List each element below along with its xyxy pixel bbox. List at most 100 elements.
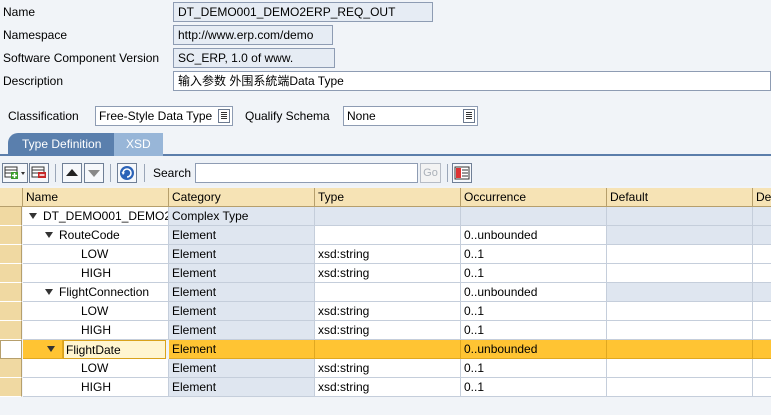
column-header-default[interactable]: Default [607, 188, 753, 207]
row-selector[interactable] [0, 283, 22, 302]
table-row[interactable]: LOW Element xsd:string 0..1 [0, 302, 771, 321]
cell-occurrence[interactable]: 0..1 [461, 264, 607, 283]
dropdown-list-icon[interactable] [218, 109, 230, 123]
cell-default[interactable] [607, 302, 753, 321]
cell-default[interactable] [607, 207, 753, 226]
delete-row-button[interactable] [29, 163, 49, 183]
cell-occurrence[interactable]: 0..unbounded [461, 283, 607, 302]
cell-default[interactable] [607, 340, 753, 359]
cell-default[interactable] [607, 378, 753, 397]
cell-occurrence[interactable]: 0..1 [461, 245, 607, 264]
cell-occurrence[interactable]: 0..1 [461, 321, 607, 340]
go-button[interactable]: Go [420, 163, 441, 183]
cell-details[interactable] [753, 226, 771, 245]
cell-type[interactable] [315, 226, 461, 245]
cell-name[interactable]: HIGH [23, 321, 169, 340]
cell-default[interactable] [607, 245, 753, 264]
cell-name[interactable]: RouteCode [23, 226, 169, 245]
cell-category[interactable]: Complex Type [169, 207, 315, 226]
select-all-cell[interactable] [0, 188, 23, 207]
cell-default[interactable] [607, 226, 753, 245]
cell-occurrence[interactable]: 0..unbounded [461, 226, 607, 245]
table-row[interactable]: FlightConnection Element 0..unbounded [0, 283, 771, 302]
row-selector[interactable] [0, 321, 22, 340]
row-selector[interactable] [0, 264, 22, 283]
insert-row-button[interactable] [2, 163, 28, 183]
expand-toggle-icon[interactable] [45, 231, 53, 238]
table-row[interactable]: RouteCode Element 0..unbounded [0, 226, 771, 245]
cell-name[interactable]: DT_DEMO001_DEMO2ERP_REQ_OUT [23, 207, 169, 226]
cell-default[interactable] [607, 321, 753, 340]
column-layout-button[interactable] [452, 163, 472, 183]
move-down-button[interactable] [84, 163, 104, 183]
cell-details[interactable] [753, 302, 771, 321]
cell-name[interactable]: HIGH [23, 264, 169, 283]
cell-occurrence[interactable]: 0..1 [461, 302, 607, 321]
expand-toggle-icon[interactable] [29, 212, 37, 219]
name-field[interactable]: DT_DEMO001_DEMO2ERP_REQ_OUT [173, 2, 433, 22]
search-input[interactable] [195, 163, 418, 183]
cell-details[interactable] [753, 359, 771, 378]
cell-details[interactable] [753, 264, 771, 283]
move-up-button[interactable] [62, 163, 82, 183]
cell-category[interactable]: Element [169, 359, 315, 378]
cell-type[interactable]: xsd:string [315, 359, 461, 378]
tab-xsd[interactable]: XSD [114, 133, 163, 156]
column-header-name[interactable]: Name [23, 188, 169, 207]
cell-details[interactable] [753, 378, 771, 397]
cell-category[interactable]: Element [169, 340, 315, 359]
cell-default[interactable] [607, 283, 753, 302]
description-field[interactable]: 输入参数 外围系統端Data Type [173, 71, 771, 91]
cell-occurrence[interactable] [461, 207, 607, 226]
cell-type[interactable] [315, 340, 461, 359]
column-header-occurrence[interactable]: Occurrence [461, 188, 607, 207]
cell-category[interactable]: Element [169, 378, 315, 397]
qualify-schema-dropdown[interactable]: None [343, 106, 478, 126]
table-row[interactable]: FlightDate Element 0..unbounded [0, 340, 771, 359]
row-selector[interactable] [0, 226, 22, 245]
cell-name[interactable]: FlightConnection [23, 283, 169, 302]
cell-details[interactable] [753, 207, 771, 226]
cell-category[interactable]: Element [169, 302, 315, 321]
cell-details[interactable] [753, 245, 771, 264]
column-header-details[interactable]: De [753, 188, 771, 207]
dropdown-list-icon[interactable] [463, 109, 475, 123]
cell-occurrence[interactable]: 0..1 [461, 378, 607, 397]
cell-default[interactable] [607, 264, 753, 283]
cell-name[interactable]: LOW [23, 245, 169, 264]
cell-category[interactable]: Element [169, 321, 315, 340]
cell-category[interactable]: Element [169, 283, 315, 302]
software-component-field[interactable]: SC_ERP, 1.0 of www. [173, 48, 335, 68]
cell-default[interactable] [607, 359, 753, 378]
table-row[interactable]: HIGH Element xsd:string 0..1 [0, 378, 771, 397]
classification-dropdown[interactable]: Free-Style Data Type [95, 106, 233, 126]
expand-toggle-icon[interactable] [47, 346, 55, 352]
cell-name[interactable]: LOW [23, 302, 169, 321]
cell-category[interactable]: Element [169, 245, 315, 264]
row-selector[interactable] [0, 207, 22, 226]
cell-category[interactable]: Element [169, 226, 315, 245]
column-header-category[interactable]: Category [169, 188, 315, 207]
cell-occurrence[interactable]: 0..unbounded [461, 340, 607, 359]
row-selector[interactable] [0, 340, 22, 359]
table-row[interactable]: LOW Element xsd:string 0..1 [0, 359, 771, 378]
cell-type[interactable]: xsd:string [315, 245, 461, 264]
table-row[interactable]: LOW Element xsd:string 0..1 [0, 245, 771, 264]
cell-name[interactable]: HIGH [23, 378, 169, 397]
cell-category[interactable]: Element [169, 264, 315, 283]
refresh-button[interactable] [117, 163, 137, 183]
namespace-field[interactable]: http://www.erp.com/demo [173, 25, 333, 45]
row-selector[interactable] [0, 245, 22, 264]
cell-type[interactable] [315, 283, 461, 302]
cell-type[interactable] [315, 207, 461, 226]
cell-occurrence[interactable]: 0..1 [461, 359, 607, 378]
cell-details[interactable] [753, 340, 771, 359]
cell-details[interactable] [753, 321, 771, 340]
tab-type-definition[interactable]: Type Definition [8, 133, 116, 156]
expand-toggle-icon[interactable] [45, 288, 53, 295]
cell-type[interactable]: xsd:string [315, 264, 461, 283]
row-selector[interactable] [0, 378, 22, 397]
row-selector[interactable] [0, 302, 22, 321]
table-row[interactable]: HIGH Element xsd:string 0..1 [0, 264, 771, 283]
cell-name[interactable]: FlightDate [63, 340, 166, 359]
